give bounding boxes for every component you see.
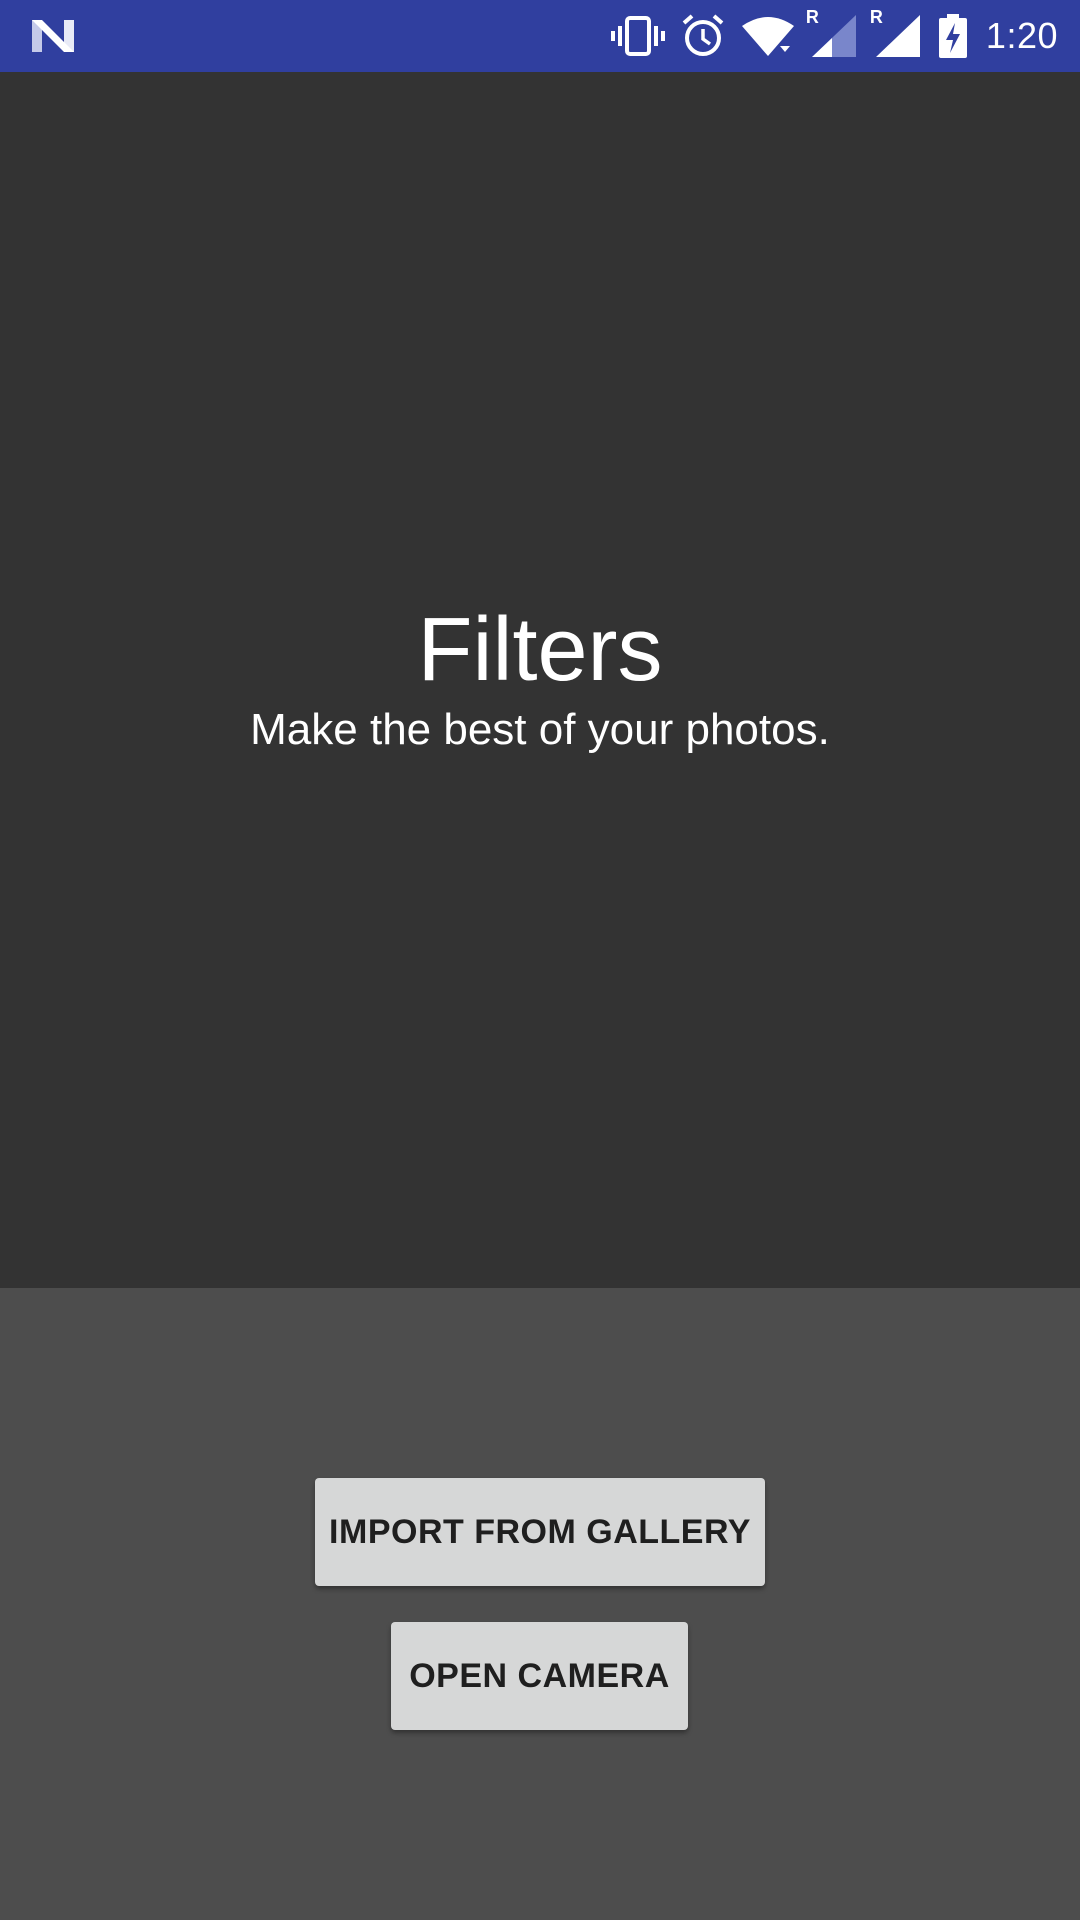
app-title: Filters xyxy=(417,600,663,700)
hero-text: Filters Make the best of your photos. xyxy=(0,600,1080,758)
signal-roaming-icon: R xyxy=(806,7,860,59)
android-n-icon xyxy=(30,16,76,56)
battery-charging-icon xyxy=(938,13,968,59)
vibrate-icon xyxy=(610,14,666,58)
signal-roaming-icon: R xyxy=(870,7,924,59)
actions-section: IMPORT FROM GALLERY OPEN CAMERA xyxy=(0,1288,1080,1920)
status-bar-left xyxy=(30,16,76,56)
status-bar-right: R R 1:20 xyxy=(610,0,1058,72)
status-bar: R R 1:20 xyxy=(0,0,1080,72)
roaming-label: R xyxy=(869,7,883,27)
roaming-label: R xyxy=(805,7,819,27)
alarm-icon xyxy=(680,13,726,59)
wifi-icon xyxy=(740,14,796,58)
import-from-gallery-button[interactable]: IMPORT FROM GALLERY xyxy=(315,1478,765,1586)
open-camera-button[interactable]: OPEN CAMERA xyxy=(391,1622,688,1730)
status-bar-clock: 1:20 xyxy=(985,15,1058,56)
app-subtitle: Make the best of your photos. xyxy=(250,705,830,754)
hero-section: Filters Make the best of your photos. xyxy=(0,72,1080,1288)
